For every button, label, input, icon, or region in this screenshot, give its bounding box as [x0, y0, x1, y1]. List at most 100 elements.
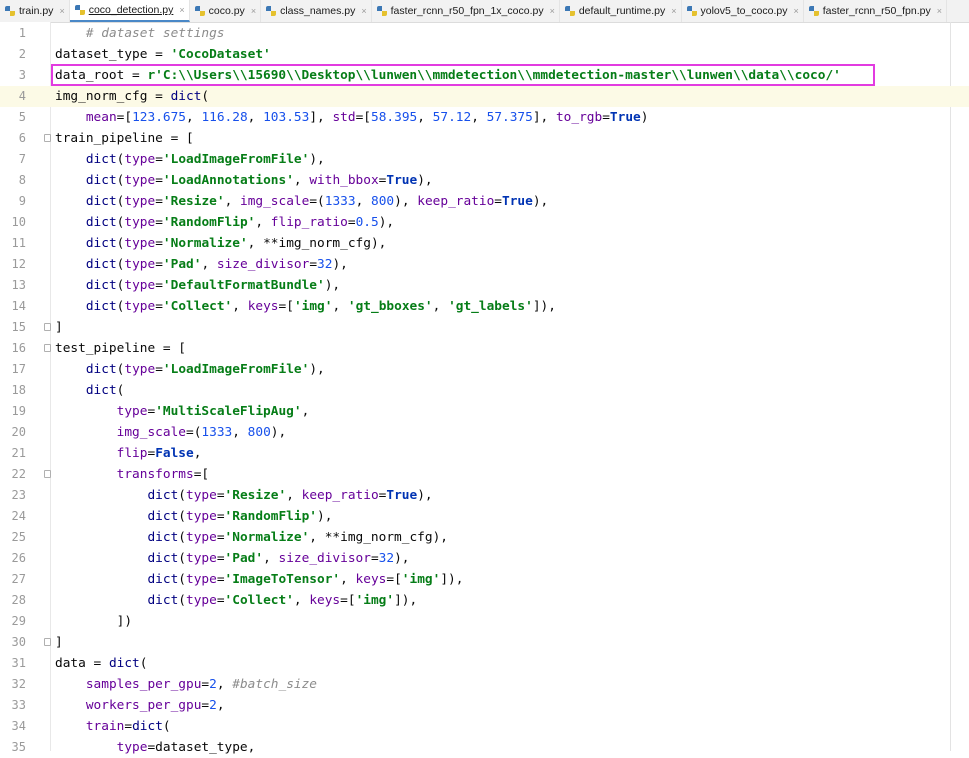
- close-tab-icon[interactable]: ×: [59, 6, 64, 16]
- code-line[interactable]: 21 flip=False,: [0, 443, 969, 464]
- code-token-kwarg: samples_per_gpu: [85, 677, 202, 692]
- code-line[interactable]: 24 dict(type='RandomFlip'),: [0, 506, 969, 527]
- code-token-plain: (: [178, 551, 186, 566]
- code-token-num: 57.375: [486, 110, 533, 125]
- code-line[interactable]: 4 img_norm_cfg = dict(: [0, 86, 969, 107]
- code-text: dict(type='Resize', img_scale=(1333, 800…: [55, 191, 548, 212]
- code-token-plain: ,: [232, 299, 248, 314]
- tab-faster-rcnn-r50-fpn-1x-coco-py[interactable]: faster_rcnn_r50_fpn_1x_coco.py ×: [372, 0, 560, 22]
- code-line[interactable]: 2 dataset_type = 'CocoDataset': [0, 44, 969, 65]
- code-line[interactable]: 22 transforms=[: [0, 464, 969, 485]
- code-text: workers_per_gpu=2,: [55, 695, 225, 716]
- code-line[interactable]: 25 dict(type='Normalize', **img_norm_cfg…: [0, 527, 969, 548]
- code-token-kwarg: type: [116, 740, 148, 755]
- code-token-plain: =: [155, 236, 163, 251]
- code-line[interactable]: 35 type=dataset_type,: [0, 737, 969, 758]
- code-line[interactable]: 9 dict(type='Resize', img_scale=(1333, 8…: [0, 191, 969, 212]
- tab-coco-detection-py[interactable]: coco_detection.py ×: [69, 0, 190, 22]
- code-line[interactable]: 34 train=dict(: [0, 716, 969, 737]
- code-line[interactable]: 1 # dataset settings: [0, 23, 969, 44]
- close-tab-icon[interactable]: ×: [179, 5, 184, 15]
- line-number: 35: [11, 740, 26, 754]
- close-tab-icon[interactable]: ×: [671, 6, 676, 16]
- tab-faster-rcnn-r50-fpn-py[interactable]: faster_rcnn_r50_fpn.py ×: [804, 0, 947, 22]
- code-line[interactable]: 13 dict(type='DefaultFormatBundle'),: [0, 275, 969, 296]
- code-line[interactable]: 5 mean=[123.675, 116.28, 103.53], std=[5…: [0, 107, 969, 128]
- code-text: dict(type='LoadImageFromFile'),: [55, 359, 325, 380]
- tab-class-names-py[interactable]: class_names.py ×: [261, 0, 372, 22]
- code-token-kw: True: [502, 194, 533, 209]
- code-editor[interactable]: 1 # dataset settings 2 dataset_type = 'Coc…: [0, 22, 969, 755]
- code-token-plain: ),: [317, 509, 333, 524]
- code-line[interactable]: 15]: [0, 317, 969, 338]
- code-token-fn: dict: [170, 89, 202, 104]
- code-token-str: 'LoadAnnotations': [162, 173, 294, 188]
- tab-default-runtime-py[interactable]: default_runtime.py ×: [560, 0, 682, 22]
- code-line[interactable]: 23 dict(type='Resize', keep_ratio=True),: [0, 485, 969, 506]
- code-token-plain: ,: [263, 551, 279, 566]
- code-line[interactable]: 7 dict(type='LoadImageFromFile'),: [0, 149, 969, 170]
- code-line[interactable]: 8 dict(type='LoadAnnotations', with_bbox…: [0, 170, 969, 191]
- code-token-str: 'gt_bboxes': [347, 299, 433, 314]
- fold-marker-icon[interactable]: [44, 134, 51, 142]
- code-token-fn: dict: [147, 572, 179, 587]
- code-line[interactable]: 26 dict(type='Pad', size_divisor=32),: [0, 548, 969, 569]
- tab-label: coco_detection.py: [88, 4, 174, 16]
- code-token-plain: , **img_norm_cfg),: [247, 236, 387, 251]
- code-token-kwarg: keys: [247, 299, 279, 314]
- code-line[interactable]: 20 img_scale=(1333, 800),: [0, 422, 969, 443]
- code-line[interactable]: 27 dict(type='ImageToTensor', keys=['img…: [0, 569, 969, 590]
- code-token-fn: dict: [85, 152, 117, 167]
- code-token-str: 'img': [293, 299, 333, 314]
- line-number: 26: [11, 551, 26, 565]
- code-token-plain: ]: [55, 635, 63, 650]
- close-tab-icon[interactable]: ×: [550, 6, 555, 16]
- code-line[interactable]: 29 ]): [0, 611, 969, 632]
- code-token-fn: dict: [85, 278, 117, 293]
- code-token-kwarg: to_rgb: [555, 110, 603, 125]
- code-line[interactable]: 11 dict(type='Normalize', **img_norm_cfg…: [0, 233, 969, 254]
- tab-yolov5-to-coco-py[interactable]: yolov5_to_coco.py ×: [682, 0, 804, 22]
- close-tab-icon[interactable]: ×: [251, 6, 256, 16]
- code-line[interactable]: 14 dict(type='Collect', keys=['img', 'gt…: [0, 296, 969, 317]
- code-line[interactable]: 12 dict(type='Pad', size_divisor=32),: [0, 254, 969, 275]
- code-token-str: 'LoadImageFromFile': [162, 362, 310, 377]
- code-token-str: 'DefaultFormatBundle': [162, 278, 325, 293]
- code-line[interactable]: 32 samples_per_gpu=2, #batch_size: [0, 674, 969, 695]
- fold-marker-icon[interactable]: [44, 323, 51, 331]
- code-line[interactable]: 16 test_pipeline = [: [0, 338, 969, 359]
- code-token-plain: ),: [394, 194, 418, 209]
- code-line[interactable]: 18 dict(: [0, 380, 969, 401]
- code-line[interactable]: 3 data_root = r'C:\\Users\\15690\\Desktop…: [0, 65, 969, 86]
- code-token-plain: ],: [309, 110, 333, 125]
- code-line[interactable]: 17 dict(type='LoadImageFromFile'),: [0, 359, 969, 380]
- code-token-num: 58.395: [371, 110, 418, 125]
- close-tab-icon[interactable]: ×: [793, 6, 798, 16]
- code-line[interactable]: 10 dict(type='RandomFlip', flip_ratio=0.…: [0, 212, 969, 233]
- close-tab-icon[interactable]: ×: [361, 6, 366, 16]
- code-line[interactable]: 30]: [0, 632, 969, 653]
- line-number: 23: [11, 488, 26, 502]
- code-token-fn: dict: [147, 488, 179, 503]
- code-token-plain: =: [370, 551, 379, 566]
- code-line[interactable]: 19 type='MultiScaleFlipAug',: [0, 401, 969, 422]
- code-token-kw: True: [609, 110, 641, 125]
- tab-train-py[interactable]: train.py ×: [0, 0, 70, 22]
- code-token-kwarg: type: [124, 257, 156, 272]
- code-token-plain: =: [155, 215, 163, 230]
- tab-coco-py[interactable]: coco.py ×: [190, 0, 262, 22]
- code-token-plain: data_root =: [55, 68, 148, 83]
- code-line[interactable]: 33 workers_per_gpu=2,: [0, 695, 969, 716]
- code-line[interactable]: 31 data = dict(: [0, 653, 969, 674]
- code-line[interactable]: 28 dict(type='Collect', keys=['img']),: [0, 590, 969, 611]
- close-tab-icon[interactable]: ×: [937, 6, 942, 16]
- code-token-kwarg: img_scale: [116, 425, 186, 440]
- fold-marker-icon[interactable]: [44, 344, 51, 352]
- fold-marker-icon[interactable]: [44, 638, 51, 646]
- code-token-plain: ),: [270, 425, 287, 440]
- code-line[interactable]: 6 train_pipeline = [: [0, 128, 969, 149]
- fold-marker-icon[interactable]: [44, 470, 51, 478]
